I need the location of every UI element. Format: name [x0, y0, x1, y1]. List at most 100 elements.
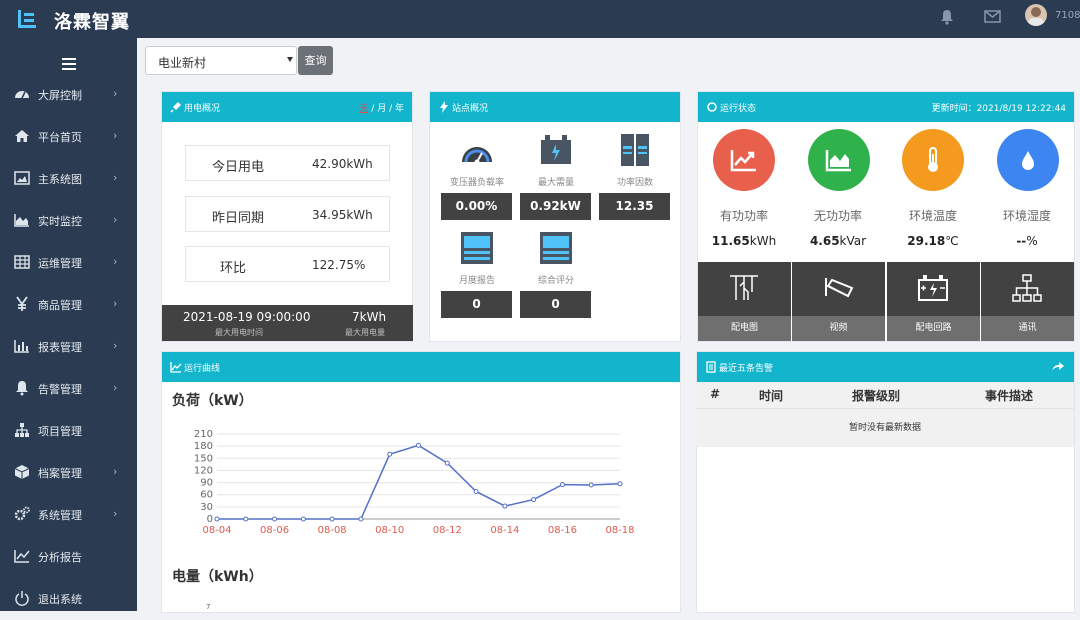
bar-chart-icon — [14, 338, 30, 354]
plug-icon — [170, 102, 181, 113]
site-item-overall-score[interactable]: 综合评分 — [520, 230, 592, 286]
sidebar-item[interactable]: 大屏控制 › — [0, 74, 137, 116]
trend-up-icon — [730, 150, 756, 172]
sidebar-item[interactable]: 运维管理 › — [0, 242, 137, 284]
sidebar-item-label: 分析报告 — [38, 551, 82, 564]
network-icon — [1012, 274, 1042, 302]
sidebar-item-label: 平台首页 — [38, 131, 82, 144]
chevron-down-icon — [287, 57, 293, 62]
metric-label: 无功功率 — [813, 209, 862, 223]
sidebar-item-label: 系统管理 — [38, 509, 82, 522]
period-month-link[interactable]: 月 — [377, 104, 386, 114]
data-point — [243, 516, 249, 522]
sidebar-item-label: 档案管理 — [38, 467, 82, 480]
sidebar-item-label: 告警管理 — [38, 383, 82, 396]
metric-number: 4.65 — [809, 234, 840, 248]
site-item-max-demand[interactable]: 最大需量 — [520, 132, 592, 188]
battery-icon — [541, 135, 571, 164]
site-item-label: 功率因数 — [616, 178, 653, 188]
period-switch: 天 / 月 / 年 — [359, 101, 404, 114]
stat-label: 今日用电 — [212, 160, 265, 175]
site-overview-panel: 站点概况 变压器负载率 最大需量 功率因数 0.00% 0.92kW 12.35… — [429, 91, 681, 342]
site-item-transformer[interactable]: 变压器负载率 — [441, 132, 513, 188]
site-item-power-factor[interactable]: 功率因数 — [599, 132, 671, 188]
stat-value: 122.75% — [312, 258, 366, 272]
metric-unit: ℃ — [945, 234, 959, 248]
bell-icon[interactable] — [940, 9, 954, 25]
metric-value: 29.18℃ — [886, 234, 980, 248]
sidebar-item-label: 运维管理 — [38, 257, 82, 270]
mail-icon[interactable] — [984, 10, 1001, 23]
sidebar-item[interactable]: 报表管理 › — [0, 326, 137, 368]
data-point — [502, 503, 508, 509]
thermometer-icon — [928, 147, 938, 172]
tile-distribution-circuit[interactable]: 配电回路 — [887, 262, 980, 341]
user-name[interactable]: 7108 — [1055, 10, 1080, 21]
period-separator: / — [386, 104, 395, 114]
data-point — [473, 488, 479, 494]
sidebar-item-label: 项目管理 — [38, 425, 82, 438]
period-year-link[interactable]: 年 — [395, 104, 404, 114]
tile-distribution-diagram[interactable]: 配电图 — [698, 262, 791, 341]
metric-number: 29.18 — [907, 234, 946, 248]
site-item-monthly-report[interactable]: 月度报告 — [441, 230, 513, 286]
data-point — [444, 460, 450, 466]
site-value-transformer: 0.00% — [441, 193, 512, 220]
sidebar-item[interactable]: 分析报告 — [0, 536, 137, 578]
x-tick-label: 08-18 — [605, 525, 634, 536]
ratio-box: 环比 122.75% — [185, 246, 390, 282]
metric-value: 11.65kWh — [697, 234, 791, 248]
station-select[interactable]: 电业新村 — [145, 46, 297, 75]
sidebar-item[interactable]: 告警管理 › — [0, 368, 137, 410]
sidebar-item[interactable]: 平台首页 › — [0, 116, 137, 158]
site-item-label: 最大需量 — [537, 178, 574, 188]
menu-toggle-icon[interactable] — [62, 58, 76, 70]
query-button[interactable]: 查询 — [298, 46, 333, 75]
x-tick-label: 08-16 — [548, 525, 577, 536]
chevron-right-icon: › — [113, 339, 118, 352]
chevron-right-icon: › — [113, 297, 118, 310]
sidebar-item[interactable]: 实时监控 › — [0, 200, 137, 242]
line-chart-icon — [14, 548, 30, 564]
site-value-max-demand: 0.92kW — [520, 193, 591, 220]
data-point — [387, 451, 393, 457]
site-value-overall-score: 0 — [520, 291, 591, 318]
sidebar-item[interactable]: 退出系统 — [0, 578, 137, 620]
sidebar-item[interactable]: 主系统图 › — [0, 158, 137, 200]
panel-title: 用电概况 — [184, 104, 221, 114]
home-icon — [14, 128, 30, 144]
monitor-icon — [540, 232, 572, 264]
avatar[interactable] — [1025, 4, 1047, 26]
sidebar-item-label: 退出系统 — [38, 593, 82, 606]
image-icon — [14, 170, 30, 186]
bell-icon — [14, 380, 30, 396]
camera-icon — [825, 278, 854, 298]
distribution-icon — [730, 275, 758, 300]
share-icon[interactable] — [1052, 362, 1064, 372]
sidebar-item[interactable]: 项目管理 — [0, 410, 137, 452]
power-usage-panel: 用电概况 天 / 月 / 年 今日用电 42.90kWh 昨日同期 34.95k… — [161, 91, 413, 342]
sidebar-item[interactable]: 系统管理 › — [0, 494, 137, 536]
site-item-label: 变压器负载率 — [449, 178, 504, 188]
energy-chart-title: 电量（kWh） — [172, 569, 263, 585]
max-usage-time-label: 最大用电时间 — [215, 328, 263, 337]
site-value-power-factor: 12.35 — [599, 193, 670, 220]
sidebar-item[interactable]: 档案管理 › — [0, 452, 137, 494]
tile-video[interactable]: 视频 — [792, 262, 885, 341]
metric-unit: kVar — [839, 234, 867, 248]
x-tick-label: 08-12 — [433, 525, 462, 536]
max-usage-value: 7kWh — [352, 310, 387, 324]
data-point — [588, 482, 594, 488]
stat-label: 环比 — [220, 261, 247, 276]
load-line-chart: 0306090 120150180210 08-04 08-06 08-08 08-10 0… — [194, 429, 635, 536]
sidebar-item-label: 实时监控 — [38, 215, 82, 228]
chevron-right-icon: › — [113, 465, 118, 478]
alarm-empty-state: 暂时没有最新数据 — [696, 408, 1074, 447]
tile-label: 通讯 — [981, 316, 1074, 341]
sidebar-item[interactable]: 商品管理 › — [0, 284, 137, 326]
max-usage-value-label: 最大用电量 — [345, 328, 385, 337]
tile-communication[interactable]: 通讯 — [981, 262, 1074, 341]
dashboard-icon — [14, 86, 30, 102]
water-drop-icon — [1022, 151, 1034, 170]
chevron-right-icon: › — [113, 213, 118, 226]
